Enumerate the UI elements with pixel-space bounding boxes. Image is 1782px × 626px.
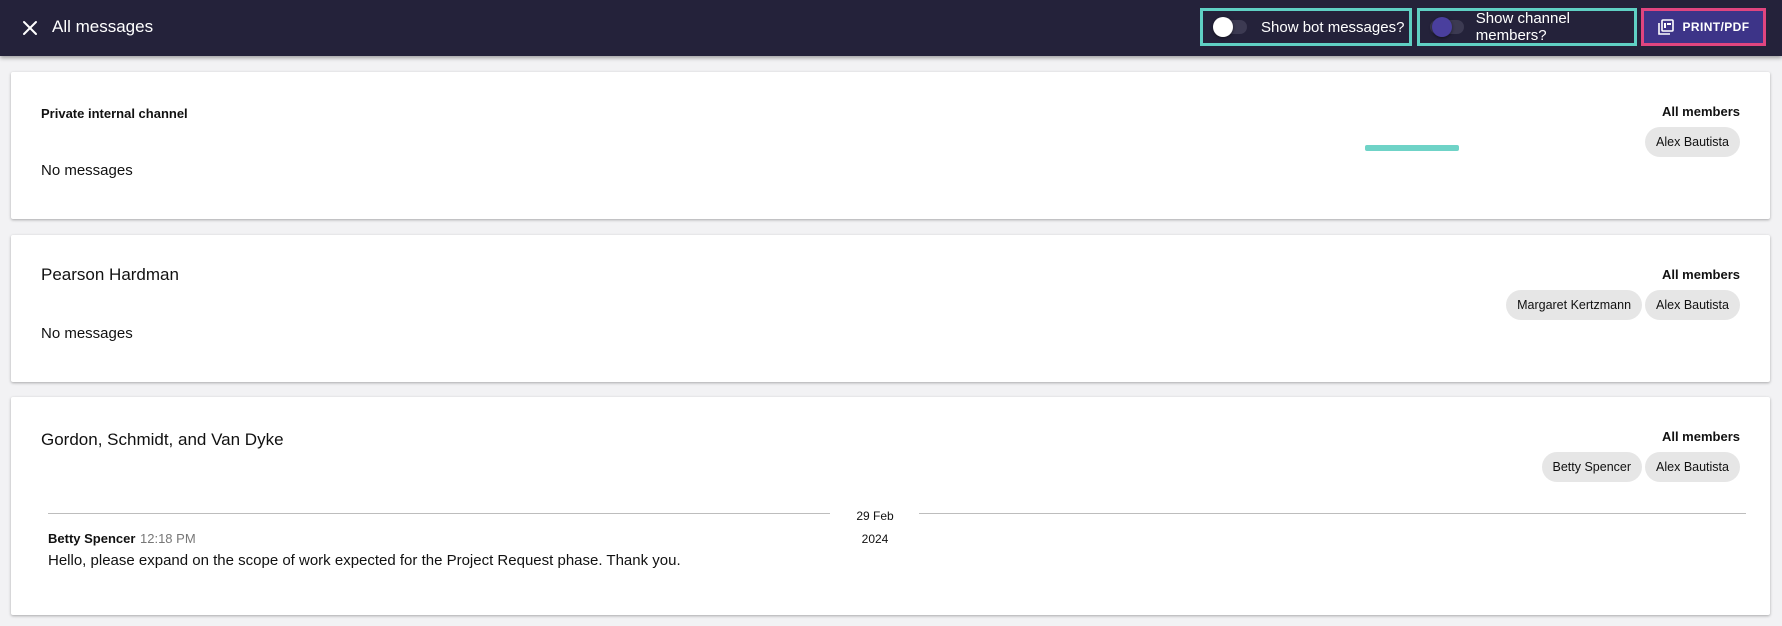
picture-as-pdf-icon — [1657, 19, 1674, 35]
member-chip[interactable]: Alex Bautista — [1645, 452, 1740, 482]
message-text: Hello, please expand on the scope of wor… — [48, 552, 681, 569]
bot-messages-label: Show bot messages? — [1261, 18, 1405, 36]
no-messages-text: No messages — [41, 162, 133, 179]
channel-members-label: Show channel members? — [1475, 10, 1571, 44]
member-chip[interactable]: Betty Spencer — [1541, 452, 1643, 482]
member-chip[interactable]: Alex Bautista — [1645, 127, 1740, 157]
message-time: 12:18 PM — [140, 531, 196, 546]
close-button[interactable] — [18, 16, 42, 40]
date-day: 29 Feb — [856, 509, 894, 523]
member-chip[interactable]: Alex Bautista — [1645, 290, 1740, 320]
date-divider-line — [48, 513, 830, 514]
channel-card: Private internal channel No messages All… — [11, 72, 1770, 219]
members-heading: All members — [1661, 104, 1740, 119]
print-pdf-button[interactable]: PRINT/PDF — [1641, 8, 1766, 46]
message-author: Betty Spencer — [48, 531, 136, 546]
no-messages-text: No messages — [41, 325, 133, 342]
member-chips: Betty Spencer Alex Bautista — [1541, 452, 1740, 482]
date-divider-label: 29 Feb 2024 — [831, 505, 919, 551]
channel-card: Pearson Hardman No messages All members … — [11, 235, 1770, 382]
members-heading: All members — [1661, 267, 1740, 282]
show-bot-messages-toggle[interactable]: Show bot messages? — [1200, 8, 1412, 46]
date-divider-line — [919, 513, 1746, 514]
close-icon — [23, 21, 37, 35]
member-chips: Alex Bautista — [1645, 127, 1740, 157]
page-title: All messages — [52, 17, 154, 36]
channel-members-switch[interactable] — [1430, 17, 1464, 37]
member-chips: Margaret Kertzmann Alex Bautista — [1506, 290, 1740, 320]
members-heading: All members — [1661, 429, 1740, 444]
bot-messages-switch[interactable] — [1213, 17, 1247, 37]
member-chip[interactable]: Margaret Kertzmann — [1506, 290, 1643, 320]
channel-title: Private internal channel — [41, 106, 188, 121]
print-pdf-label: PRINT/PDF — [1682, 20, 1750, 34]
channel-title: Gordon, Schmidt, and Van Dyke — [41, 430, 284, 449]
date-year: 2024 — [861, 532, 889, 546]
show-channel-members-toggle[interactable]: Show channel members? — [1417, 8, 1637, 46]
loading-bar — [1365, 145, 1459, 151]
top-bar: All messages Show bot messages? Show cha… — [0, 0, 1782, 56]
channel-title: Pearson Hardman — [41, 265, 179, 284]
channel-card: Gordon, Schmidt, and Van Dyke All member… — [11, 397, 1770, 615]
